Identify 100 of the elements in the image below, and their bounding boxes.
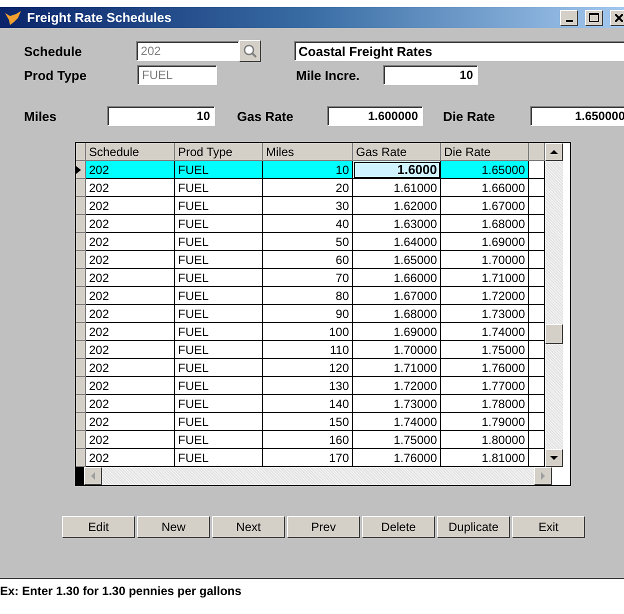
- action-button[interactable]: Exit: [512, 516, 585, 538]
- hint-text: Ex: Enter 1.30 for 1.30 pennies per gallons: [0, 584, 242, 598]
- table-cell: FUEL: [175, 413, 263, 431]
- table-cell: 1.65000: [353, 251, 441, 269]
- table-cell: 202: [86, 413, 175, 431]
- mile-increment-field[interactable]: 10: [383, 65, 478, 85]
- table-cell: 1.66000: [441, 179, 529, 197]
- table-cell: FUEL: [175, 359, 263, 377]
- table-cell: 60: [263, 251, 353, 269]
- table-cell: 1.75000: [353, 431, 441, 449]
- table-cell: 1.79000: [441, 413, 529, 431]
- table-cell: 1.73000: [353, 395, 441, 413]
- table-cell: FUEL: [175, 287, 263, 305]
- table-cell: FUEL: [175, 269, 263, 287]
- table-cell: 202: [86, 323, 175, 341]
- table-cell: FUEL: [175, 305, 263, 323]
- table-cell: 150: [263, 413, 353, 431]
- table-cell: 1.62000: [353, 197, 441, 215]
- table-cell: 80: [263, 287, 353, 305]
- column-header[interactable]: Schedule: [86, 143, 175, 161]
- table-cell: 1.69000: [353, 323, 441, 341]
- table-cell: FUEL: [175, 179, 263, 197]
- table-cell: 1.72000: [353, 377, 441, 395]
- column-header[interactable]: Die Rate: [441, 143, 529, 161]
- table-cell: FUEL: [175, 341, 263, 359]
- table-cell: 1.63000: [353, 215, 441, 233]
- action-button[interactable]: Delete: [362, 516, 435, 538]
- table-cell: 1.64000: [353, 233, 441, 251]
- table-cell: 1.65000: [441, 161, 529, 179]
- action-button[interactable]: Prev: [287, 516, 360, 538]
- action-button[interactable]: New: [137, 516, 210, 538]
- table-cell: 1.76000: [441, 359, 529, 377]
- table-cell: 202: [86, 287, 175, 305]
- field-label: Schedule: [24, 44, 83, 58]
- miles-field[interactable]: 10: [107, 106, 215, 126]
- table-cell: 202: [86, 377, 175, 395]
- table-cell: 10: [263, 161, 353, 179]
- table-cell: 1.77000: [441, 377, 529, 395]
- table-cell: FUEL: [175, 197, 263, 215]
- table-cell: FUEL: [175, 215, 263, 233]
- field-label: Miles: [24, 108, 58, 124]
- table-cell: 120: [263, 359, 353, 377]
- gas-rate-field[interactable]: 1.600000: [327, 106, 423, 126]
- table-cell: 1.78000: [441, 395, 529, 413]
- table-cell: 90: [263, 305, 353, 323]
- table-cell: 30: [263, 197, 353, 215]
- table-cell: 1.73000: [441, 305, 529, 323]
- table-cell: 1.67000: [353, 287, 441, 305]
- table-cell: 1.80000: [441, 431, 529, 449]
- table-cell: 202: [86, 359, 175, 377]
- table-cell: 202: [86, 395, 175, 413]
- table-cell: FUEL: [175, 323, 263, 341]
- table-cell: 1.72000: [441, 287, 529, 305]
- table-cell: 202: [86, 197, 175, 215]
- field-label: Mile Incre.: [296, 68, 361, 82]
- table-cell: 1.6000: [353, 161, 441, 179]
- action-button[interactable]: Next: [212, 516, 285, 538]
- table-cell: 1.69000: [441, 233, 529, 251]
- table-cell: 202: [86, 269, 175, 287]
- table-cell: 100: [263, 323, 353, 341]
- column-header[interactable]: Gas Rate: [353, 143, 441, 161]
- table-cell: 70: [263, 269, 353, 287]
- column-header[interactable]: Miles: [263, 143, 353, 161]
- table-cell: 1.70000: [353, 341, 441, 359]
- table-cell: FUEL: [175, 251, 263, 269]
- table-cell: 202: [86, 215, 175, 233]
- table-cell: 140: [263, 395, 353, 413]
- table-cell: FUEL: [175, 161, 263, 179]
- field-label: Prod Type: [24, 68, 88, 82]
- table-cell: FUEL: [175, 395, 263, 413]
- action-button[interactable]: Edit: [62, 516, 135, 538]
- table-cell: 110: [263, 341, 353, 359]
- table-cell: 202: [86, 431, 175, 449]
- table-cell: 40: [263, 215, 353, 233]
- table-cell: 1.61000: [353, 179, 441, 197]
- table-cell: 50: [263, 233, 353, 251]
- description-field[interactable]: Coastal Freight Rates: [294, 41, 624, 61]
- table-cell: 1.71000: [353, 359, 441, 377]
- table-cell: 1.75000: [441, 341, 529, 359]
- table-cell: FUEL: [175, 431, 263, 449]
- field-label: Gas Rate: [237, 108, 294, 124]
- table-cell: 160: [263, 431, 353, 449]
- table-cell: 1.68000: [353, 305, 441, 323]
- table-cell: FUEL: [175, 377, 263, 395]
- field-label: Die Rate: [443, 108, 496, 124]
- action-button[interactable]: Duplicate: [437, 516, 510, 538]
- table-cell: 202: [86, 251, 175, 269]
- table-cell: 202: [86, 233, 175, 251]
- table-cell: 1.74000: [353, 413, 441, 431]
- table-cell: 1.70000: [441, 251, 529, 269]
- table-cell: 1.68000: [441, 215, 529, 233]
- window-title: Freight Rate Schedules: [27, 10, 172, 25]
- table-cell: 130: [263, 377, 353, 395]
- table-cell: 202: [86, 179, 175, 197]
- table-cell: 1.71000: [441, 269, 529, 287]
- table-cell: 1.67000: [441, 197, 529, 215]
- column-header[interactable]: Prod Type: [175, 143, 263, 161]
- table-cell: 202: [86, 305, 175, 323]
- table-cell: 202: [86, 341, 175, 359]
- table-cell: 1.74000: [441, 323, 529, 341]
